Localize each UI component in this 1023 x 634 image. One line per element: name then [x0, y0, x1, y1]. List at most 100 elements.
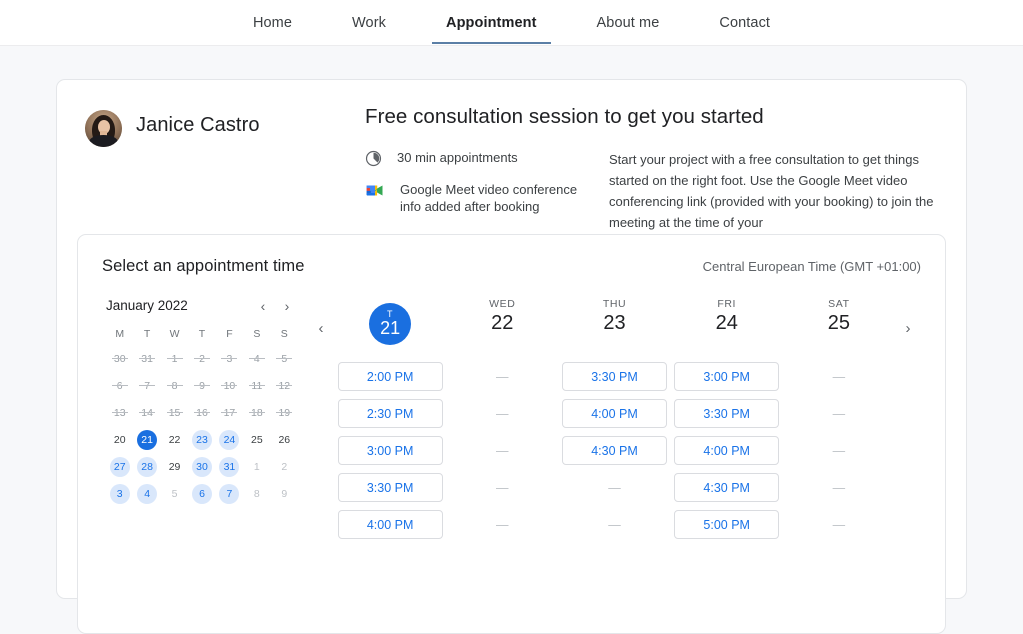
calendar-day-20: 20	[113, 434, 126, 446]
calendar-prev-month-button[interactable]: ‹	[258, 299, 268, 313]
slot-button[interactable]: 3:30 PM	[337, 473, 443, 502]
calendar-day-13: 13	[110, 403, 130, 423]
calendar-day-6[interactable]: 6	[191, 484, 212, 504]
select-time-title: Select an appointment time	[102, 257, 305, 275]
calendar-day-31: 31	[137, 349, 157, 369]
calendar-cell: 5	[161, 484, 188, 504]
day-weekday-label: SAT	[828, 298, 850, 310]
nav-item-contact[interactable]: Contact	[719, 2, 770, 44]
day-header-24[interactable]: FRI 24	[716, 298, 738, 350]
calendar-day-21[interactable]: 21	[137, 430, 158, 450]
calendar-grid: M T W T F S S 30 31 1 2 3 4 5 6 7 8 9 10 11 12 13 14 15 16 17 18 19…	[106, 326, 298, 504]
slot-button[interactable]: 2:00 PM	[337, 362, 443, 391]
slot-unavailable: —	[608, 480, 621, 495]
slot-button[interactable]: 2:30 PM	[337, 399, 443, 428]
google-meet-icon	[365, 182, 385, 199]
calendar-cell: 6	[106, 376, 133, 396]
calendar-day-28[interactable]: 28	[137, 457, 158, 477]
day-number-label: 24	[715, 312, 738, 334]
calendar-day-17: 17	[219, 403, 239, 423]
slot-unavailable: —	[496, 517, 509, 532]
calendar-cell: 8	[243, 484, 270, 504]
calendar-cell: 23	[188, 430, 215, 450]
calendar-day-12: 12	[274, 376, 294, 396]
calendar-day-19: 19	[274, 403, 294, 423]
calendar-cell: 8	[161, 376, 188, 396]
selected-day-badge[interactable]: T 21	[369, 303, 412, 345]
calendar-weekday-header: F	[226, 328, 233, 340]
profile-block: Janice Castro	[85, 105, 350, 233]
nav-item-work[interactable]: Work	[352, 2, 386, 44]
session-description: Start your project with a free consultat…	[609, 152, 934, 230]
slot-unavailable: —	[496, 480, 509, 495]
slot-button[interactable]: 3:30 PM	[562, 362, 667, 391]
calendar-day-7[interactable]: 7	[219, 484, 240, 504]
slot-button[interactable]: 3:00 PM	[674, 362, 780, 391]
slot-button[interactable]: 3:30 PM	[674, 399, 780, 428]
slot-button[interactable]: 4:00 PM	[562, 399, 667, 428]
calendar-month-label: January 2022	[106, 298, 188, 313]
calendar-day-5: 5	[171, 488, 178, 500]
day-column-24: FRI 24 3:00 PM 3:30 PM 4:00 PM 4:30 PM 5:00 PM	[671, 298, 783, 539]
calendar-day-2: 2	[192, 349, 212, 369]
slot-unavailable: —	[832, 406, 846, 421]
calendar-cell: 11	[243, 376, 270, 396]
calendar-cell: 16	[188, 403, 215, 423]
calendar-weekday-header: S	[253, 328, 261, 340]
day-number-label: 23	[603, 312, 626, 334]
slot-button[interactable]: 4:30 PM	[674, 473, 780, 502]
slot-button[interactable]: 4:30 PM	[562, 436, 667, 465]
slot-button[interactable]: 5:00 PM	[674, 510, 780, 539]
calendar-day-9: 9	[192, 376, 212, 396]
calendar-day-11: 11	[247, 376, 267, 396]
calendar-day-30[interactable]: 30	[191, 457, 212, 477]
calendar-cell: 25	[243, 430, 270, 450]
calendar-cell: 26	[271, 430, 298, 450]
day-number-label: 22	[491, 312, 514, 334]
slot-unavailable: —	[832, 443, 846, 458]
session-info-row: Janice Castro Free consultation session …	[57, 80, 966, 233]
next-week-button[interactable]: ›	[906, 320, 911, 337]
calendar-day-3[interactable]: 3	[109, 484, 130, 504]
day-weekday-label: FRI	[717, 298, 737, 310]
calendar-day-18: 18	[247, 403, 267, 423]
calendar-day-5: 5	[274, 349, 294, 369]
day-column-22: WED 22 — — — — —	[446, 298, 558, 539]
nav-item-appointment[interactable]: Appointment	[432, 2, 550, 44]
calendar-cell: 13	[106, 403, 133, 423]
nav-item-home[interactable]: Home	[253, 2, 292, 44]
slot-unavailable: —	[832, 517, 846, 532]
calendar-day-1: 1	[253, 461, 260, 473]
calendar-cell: 9	[271, 484, 298, 504]
calendar-cell: 27	[106, 457, 133, 477]
duration-text: 30 min appointments	[397, 150, 518, 165]
calendar-cell: 7	[133, 376, 160, 396]
slot-button[interactable]: 4:00 PM	[337, 510, 443, 539]
prev-week-button[interactable]: ‹	[319, 320, 324, 337]
day-column-25: SAT 25 — — — — —	[783, 298, 895, 539]
calendar-cell: 6	[188, 484, 215, 504]
calendar-day-25: 25	[251, 434, 263, 446]
calendar-day-31[interactable]: 31	[219, 457, 240, 477]
calendar-cell: 9	[188, 376, 215, 396]
calendar-day-27[interactable]: 27	[109, 457, 130, 477]
calendar-cell: 3	[106, 484, 133, 504]
calendar-day-24[interactable]: 24	[219, 430, 240, 450]
day-header-25[interactable]: SAT 25	[828, 298, 850, 350]
nav-item-about-me[interactable]: About me	[597, 2, 660, 44]
meet-row: Google Meet video conference info added …	[365, 181, 601, 215]
calendar-day-23[interactable]: 23	[191, 430, 212, 450]
calendar-next-month-button[interactable]: ›	[282, 299, 292, 313]
slot-unavailable: —	[496, 406, 509, 421]
clock-icon	[365, 150, 382, 167]
day-header-23[interactable]: THU 23	[603, 298, 626, 350]
calendar-cell: 18	[243, 403, 270, 423]
day-header-21[interactable]: T 21	[369, 298, 412, 350]
day-header-22[interactable]: WED 22	[489, 298, 515, 350]
calendar-cell: 31	[216, 457, 243, 477]
calendar-weekday-header: T	[198, 328, 206, 340]
day-number-label: 21	[380, 318, 401, 338]
slot-button[interactable]: 4:00 PM	[674, 436, 780, 465]
slot-button[interactable]: 3:00 PM	[337, 436, 443, 465]
calendar-day-4[interactable]: 4	[137, 484, 158, 504]
